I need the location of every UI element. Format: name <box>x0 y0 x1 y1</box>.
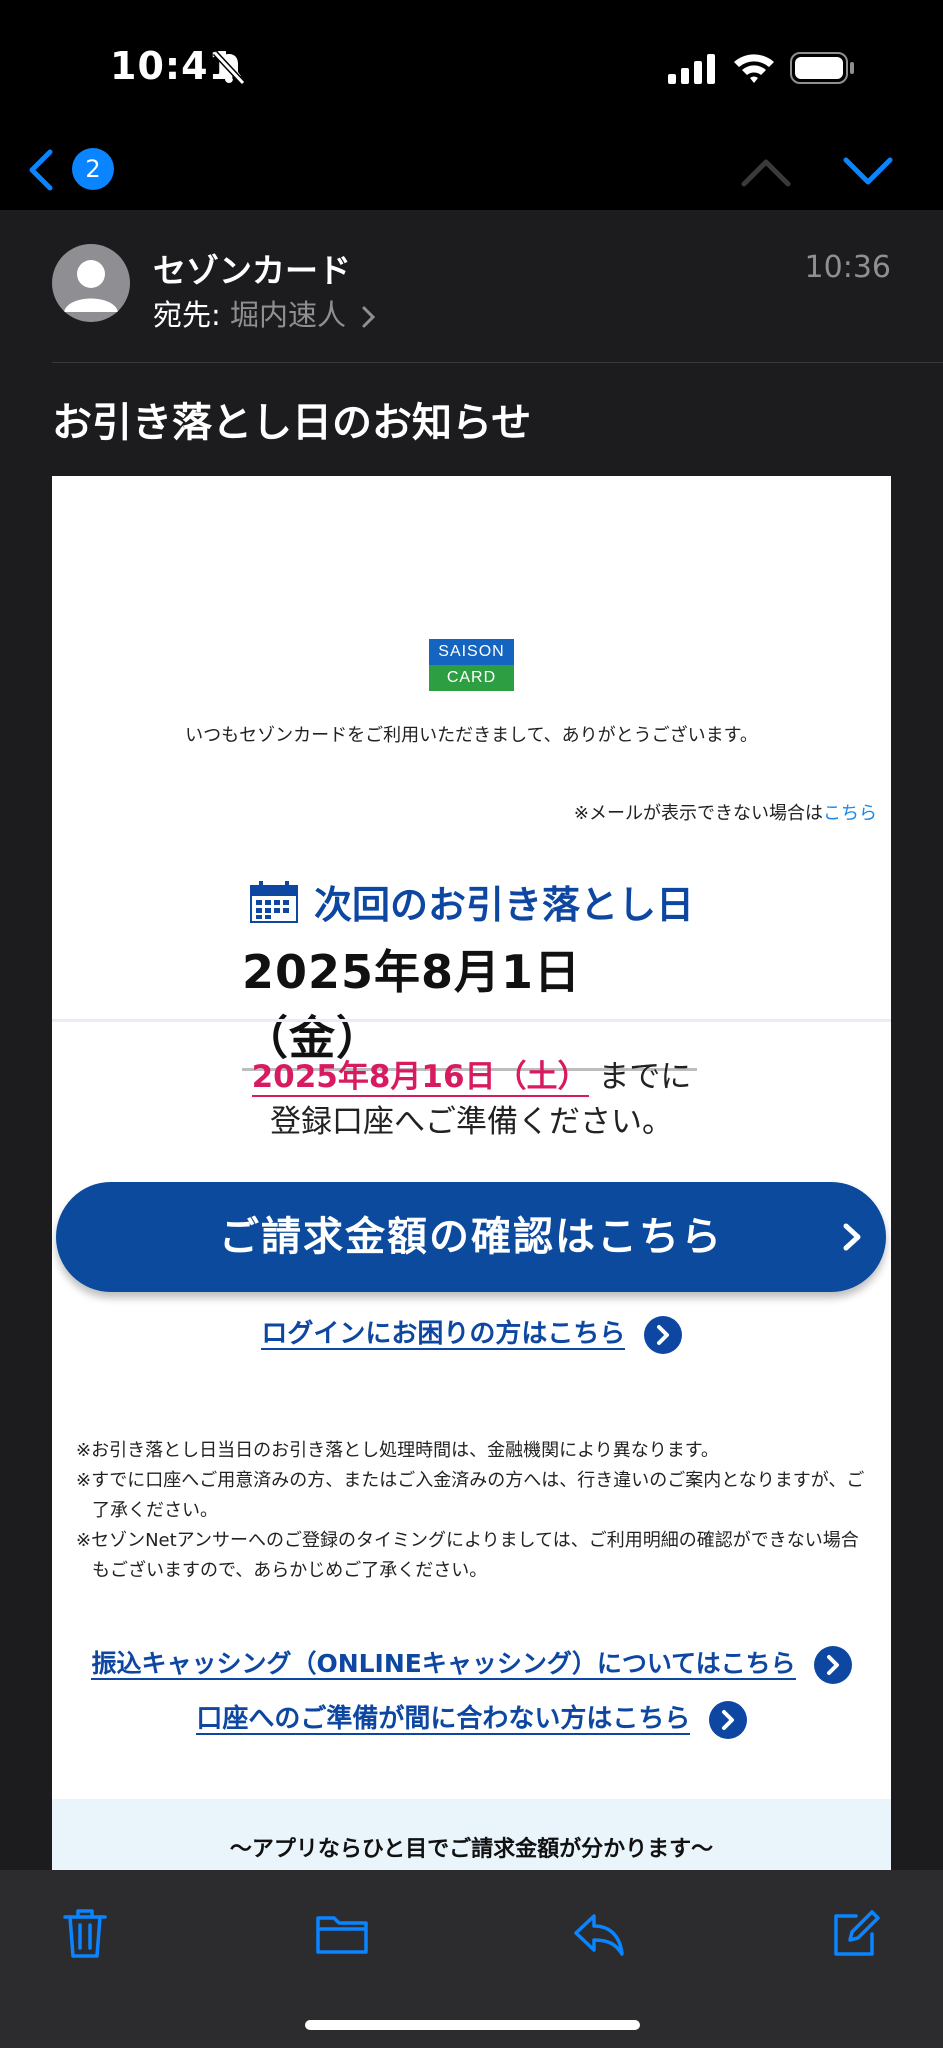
late-preparation-link[interactable]: 口座へのご準備が間に合わない方はこちら <box>196 1705 691 1736</box>
cellular-signal-icon <box>668 54 715 84</box>
billing-button-label: ご請求金額の確認はこちら <box>219 1214 723 1260</box>
greeting-text: いつもセゾンカードをご利用いただきまして、ありがとうございます。 <box>185 725 758 746</box>
display-notice: ※メールが表示できない場合はこちら <box>574 799 877 825</box>
person-icon <box>64 260 118 312</box>
recipient-name: 堀内速人 <box>230 298 347 332</box>
trash-icon[interactable] <box>60 1906 110 1960</box>
next-withdrawal-heading: 次回のお引き落とし日 <box>52 874 891 929</box>
previous-message-up-chevron-icon[interactable] <box>740 154 792 188</box>
arrow-circle-icon[interactable] <box>813 1646 852 1684</box>
deadline-row: 2025年8月16日（土） までに <box>52 1051 891 1097</box>
check-billing-amount-button[interactable]: ご請求金額の確認はこちら <box>56 1182 886 1292</box>
arrow-circle-icon[interactable] <box>708 1701 747 1739</box>
next-message-down-chevron-icon[interactable] <box>842 154 894 188</box>
late-preparation-link-row: 口座へのご準備が間に合わない方はこちら <box>52 1701 891 1739</box>
calendar-icon <box>249 880 298 923</box>
bottom-toolbar <box>0 1870 943 2048</box>
deadline-date: 2025年8月16日（土） <box>251 1059 589 1097</box>
app-promo-banner: 〜アプリならひと目でご請求金額が分かります〜 <box>52 1799 891 1876</box>
compose-icon[interactable] <box>830 1906 880 1960</box>
header-divider <box>52 362 943 363</box>
mail-view: セゾンカード 10:36 宛先: 堀内速人 お引き落とし日のお知らせ SAISO… <box>0 210 943 1876</box>
logo-bottom-text: CARD <box>429 665 514 691</box>
bell-off-icon <box>212 50 246 86</box>
reply-icon[interactable] <box>570 1906 626 1960</box>
folder-icon[interactable] <box>314 1906 370 1960</box>
section-divider <box>52 1019 891 1022</box>
recipient-chevron-icon <box>362 306 376 328</box>
sender-name[interactable]: セゾンカード <box>153 244 351 292</box>
note-item: ※お引き落とし日当日のお引き落とし処理時間は、金融機関により異なります。 <box>76 1440 719 1461</box>
saison-card-logo: SAISON CARD <box>429 639 514 691</box>
display-notice-text: ※メールが表示できない場合は <box>573 803 823 824</box>
notes-list: ※お引き落とし日当日のお引き落とし処理時間は、金融機関により異なります。 ※すで… <box>76 1436 876 1586</box>
recipient-label: 宛先: <box>153 298 221 332</box>
wifi-icon <box>734 54 774 83</box>
logo-top-text: SAISON <box>429 639 514 665</box>
prepare-account-text: 登録口座へご準備ください。 <box>270 1104 673 1140</box>
home-indicator[interactable] <box>305 2020 640 2030</box>
app-promo-text: 〜アプリならひと目でご請求金額が分かります〜 <box>229 1837 714 1862</box>
message-time: 10:36 <box>804 250 891 285</box>
recipient-row[interactable]: 宛先: 堀内速人 <box>153 292 377 334</box>
unread-count-badge[interactable]: 2 <box>72 148 114 190</box>
login-help-link[interactable]: ログインにお困りの方はこちら <box>261 1320 626 1351</box>
arrow-circle-icon[interactable] <box>643 1316 682 1354</box>
note-item: ※すでに口座へご用意済みの方、またはご入金済みの方へは、行き違いのご案内となりま… <box>76 1470 865 1521</box>
back-chevron-icon[interactable] <box>26 146 56 194</box>
cashing-link-row: 振込キャッシング（ONLINEキャッシング）についてはこちら <box>52 1646 891 1684</box>
web-view-link[interactable]: こちら <box>823 803 877 824</box>
chevron-right-icon <box>843 1223 861 1251</box>
battery-icon <box>790 52 854 84</box>
note-item: ※セゾンNetアンサーへのご登録のタイミングによりましては、ご利用明細の確認がで… <box>76 1530 859 1581</box>
status-bar: 10:41 <box>0 0 943 140</box>
sender-avatar[interactable] <box>52 244 130 322</box>
online-cashing-link[interactable]: 振込キャッシング（ONLINEキャッシング）についてはこちら <box>91 1650 796 1680</box>
email-body: SAISON CARD いつもセゾンカードをご利用いただきまして、ありがとうござ… <box>52 476 891 1876</box>
login-help-link-row: ログインにお困りの方はこちら <box>52 1316 891 1354</box>
next-withdrawal-title: 次回のお引き落とし日 <box>314 883 695 927</box>
navigation-bar: 2 <box>0 140 943 210</box>
message-subject: お引き落とし日のお知らせ <box>52 400 532 446</box>
deadline-suffix: までに <box>598 1059 692 1095</box>
